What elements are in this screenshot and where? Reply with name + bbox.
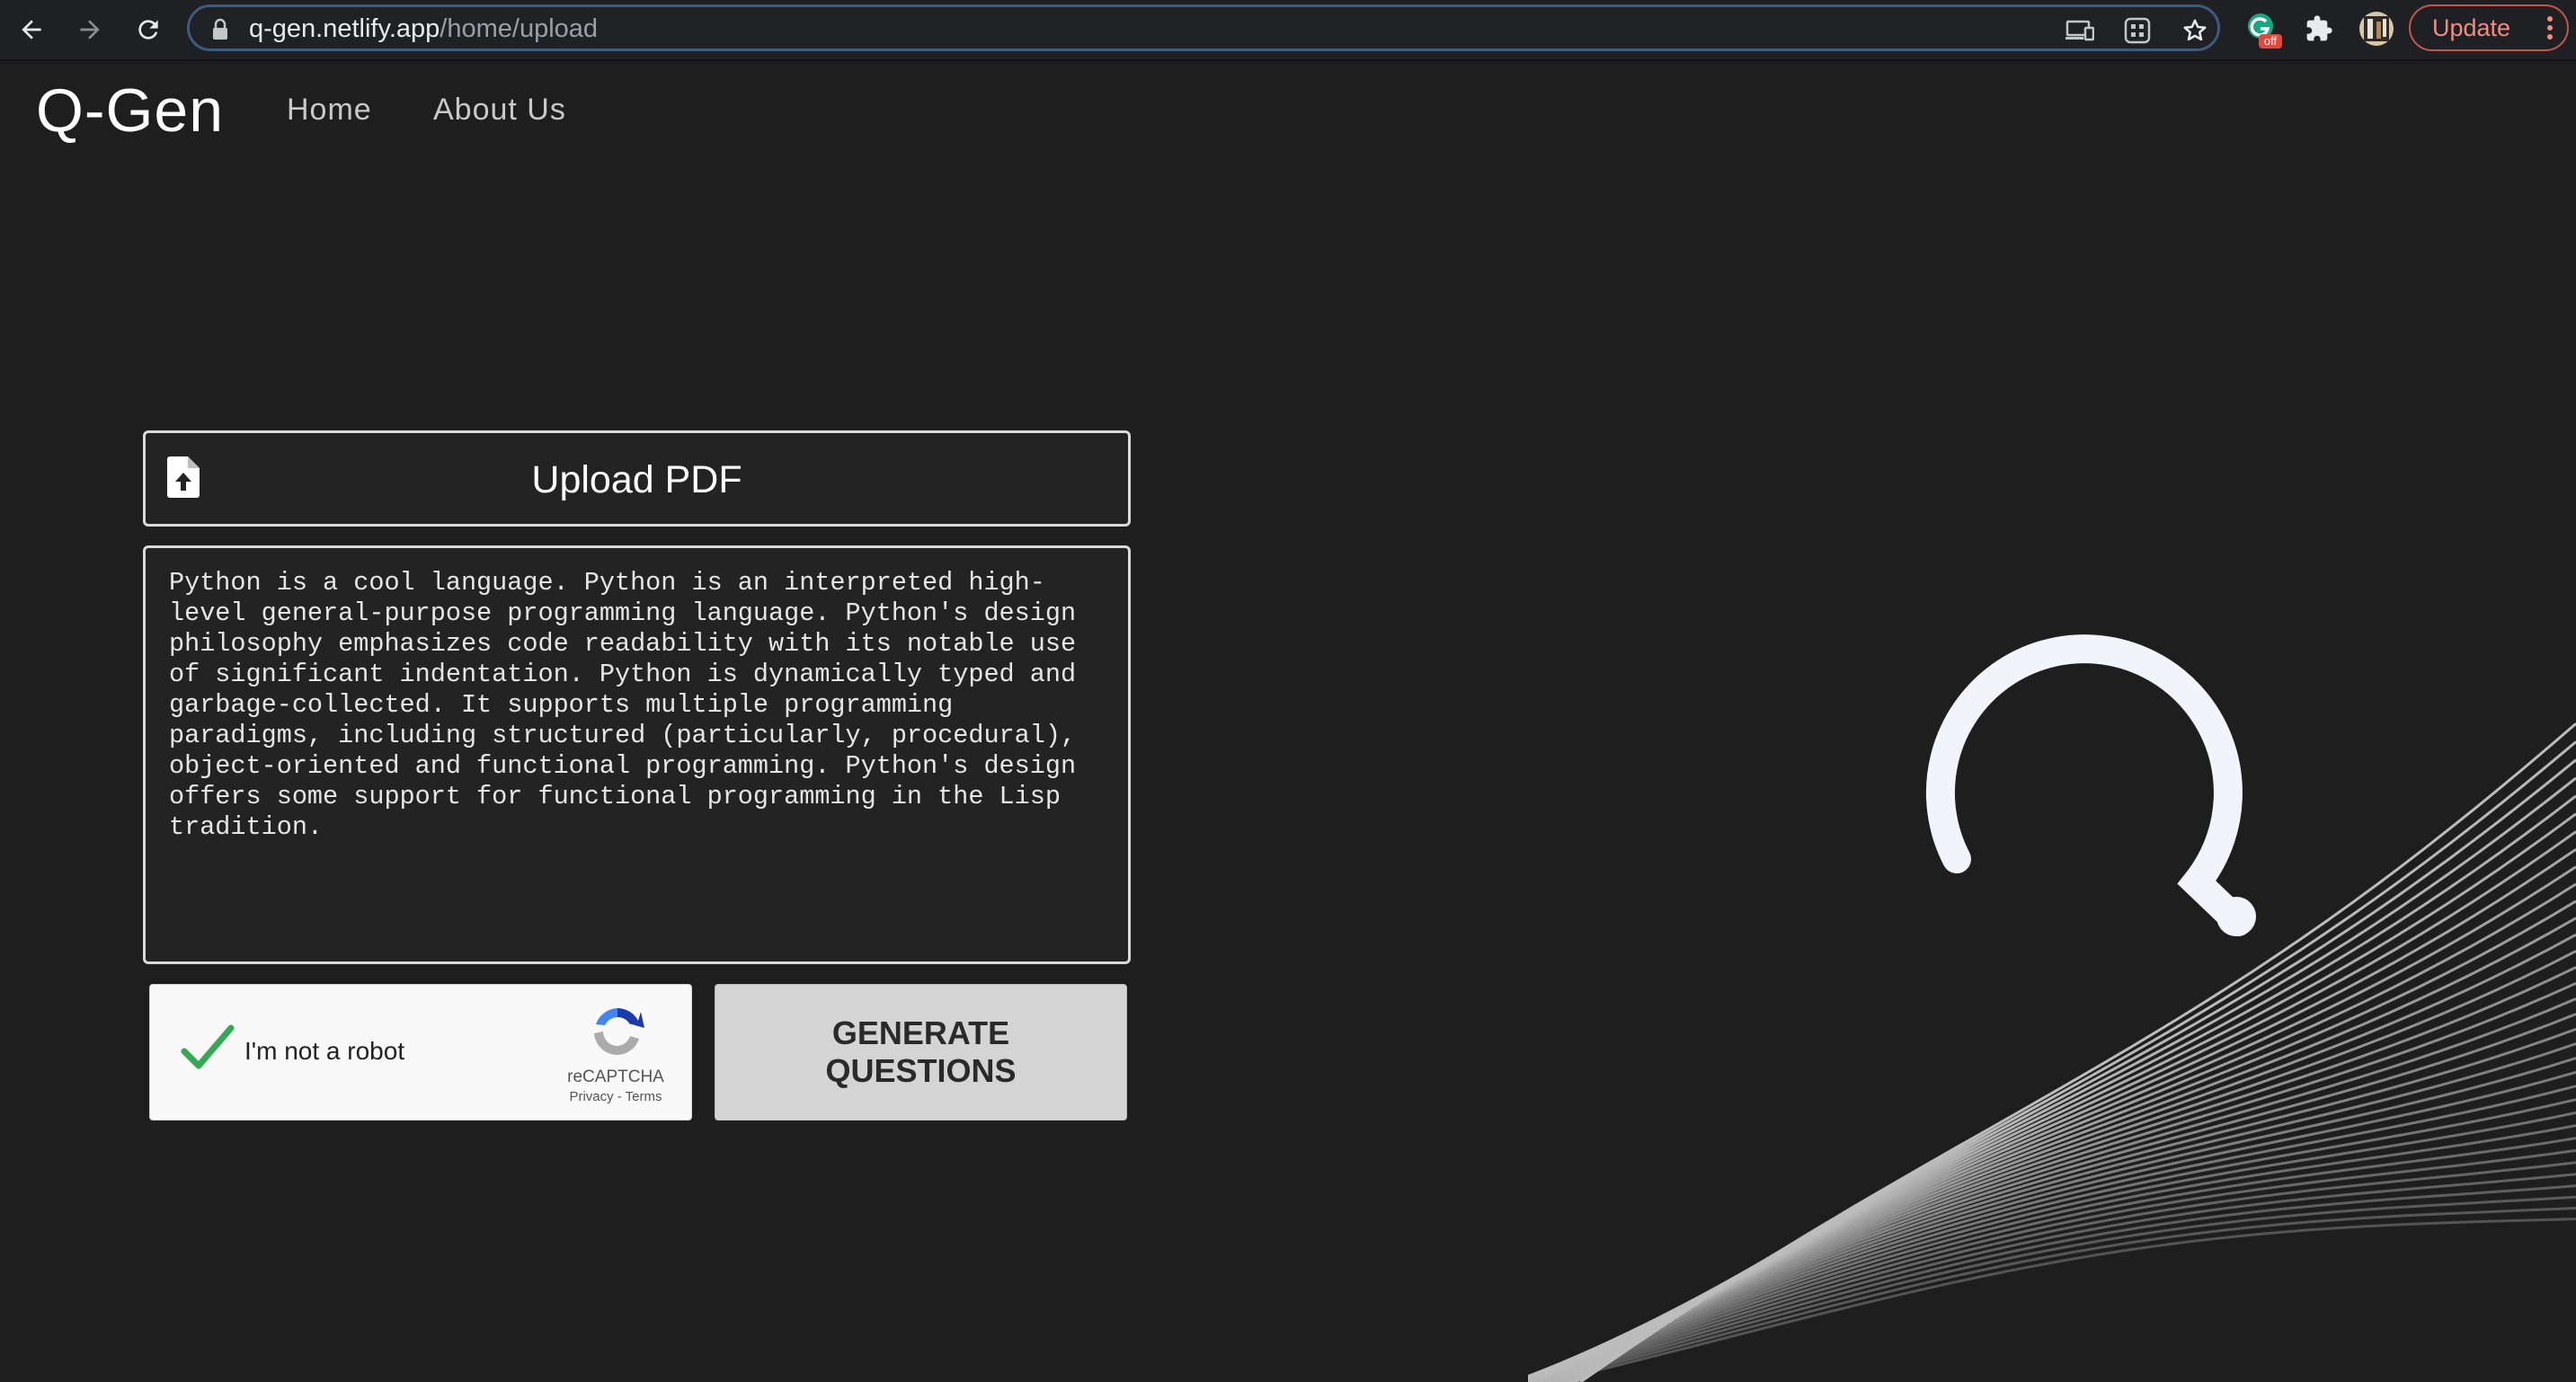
qr-code-icon[interactable]	[2122, 15, 2153, 46]
source-text-input[interactable]: Python is a cool language. Python is an …	[143, 545, 1131, 964]
more-vert-icon[interactable]	[2545, 13, 2554, 49]
extension-badge: off	[2264, 34, 2278, 48]
reload-icon[interactable]	[127, 8, 170, 51]
recaptcha-label: I'm not a robot	[244, 1037, 405, 1065]
site-logo[interactable]: Q-Gen	[36, 75, 224, 146]
question-mark-icon	[1926, 634, 2256, 936]
wave-line	[1579, 722, 2576, 1382]
wave-lines-art	[1528, 634, 2576, 1382]
recaptcha-brand: reCAPTCHA	[567, 1068, 664, 1086]
profile-avatar[interactable]	[2355, 7, 2398, 50]
nav-link-home[interactable]: Home	[287, 93, 372, 128]
url-path: /home/upload	[440, 14, 599, 43]
recaptcha-widget: I'm not a robot reCAPTCHA Privacy - Term…	[149, 984, 692, 1121]
url-host: q-gen.netlify.app	[249, 14, 440, 43]
upload-pdf-button[interactable]: Upload PDF	[143, 430, 1131, 527]
recaptcha-links[interactable]: Privacy - Terms	[560, 1089, 671, 1104]
wave-line	[1534, 1207, 2576, 1382]
nav-link-about-us[interactable]: About Us	[433, 93, 566, 128]
browser-toolbar: q-gen.netlify.app/home/upload off Update	[0, 0, 2576, 61]
cast-icon[interactable]	[2065, 15, 2095, 46]
grammarly-icon[interactable]: off	[2241, 7, 2284, 50]
address-bar[interactable]: q-gen.netlify.app/home/upload	[187, 4, 2220, 51]
recaptcha-checkbox[interactable]	[181, 1023, 235, 1077]
extensions-puzzle-icon[interactable]	[2297, 7, 2341, 50]
url-text[interactable]: q-gen.netlify.app/home/upload	[249, 14, 598, 43]
lock-icon[interactable]	[211, 18, 229, 46]
recaptcha-logo-icon	[589, 1003, 646, 1065]
generate-questions-button[interactable]: GENERATE QUESTIONS	[715, 984, 1127, 1121]
upload-pdf-label: Upload PDF	[531, 458, 742, 501]
bookmark-star-icon[interactable]	[2180, 15, 2210, 46]
forward-icon[interactable]	[68, 8, 111, 51]
update-button[interactable]: Update	[2409, 4, 2569, 51]
update-label: Update	[2432, 13, 2511, 41]
back-icon[interactable]	[10, 8, 53, 51]
